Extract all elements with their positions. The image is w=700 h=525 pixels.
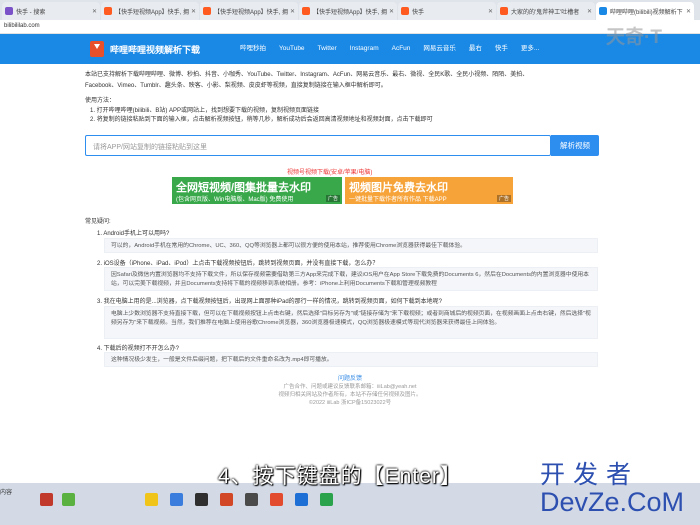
browser-tab[interactable]: 快手 - 搜索 ✕	[2, 2, 100, 20]
nav-item[interactable]: 最右	[469, 34, 482, 64]
watermark-top: 天奇·T	[606, 27, 662, 48]
app-icon[interactable]	[170, 493, 183, 506]
ad-banner-app[interactable]: 视频图片免费去水印 一键批量下载作者所有作品 下载APP 广告	[345, 177, 513, 204]
close-icon[interactable]: ✕	[191, 8, 196, 15]
nav-item[interactable]: YouTube	[279, 34, 305, 64]
faq-answer: 因Safari及微信内置浏览器均不支持下载文件，所以保存视频需要借助第三方App…	[104, 267, 598, 291]
download-logo-icon[interactable]	[90, 41, 104, 57]
ad-title: 视频图片免费去水印	[349, 182, 448, 194]
tab-title: 快手 - 搜索	[16, 9, 46, 16]
faq-question: 4. 下载后的视频打不开怎么办?	[97, 346, 180, 352]
close-icon[interactable]: ✕	[389, 8, 394, 15]
ad-banner-watermark[interactable]: 全网短视频/图集批量去水印 (包含网页版、Win电脑版、Mac版) 免费使用 广…	[172, 177, 342, 204]
browser-tab[interactable]: 大家的的'鬼斧神工'吐槽者 ✕	[497, 2, 595, 20]
site-nav: 哔哩秒拍 YouTube Twitter Instagram AcFun 网易云…	[240, 34, 552, 64]
app-icon[interactable]	[195, 493, 208, 506]
feedback-link[interactable]: 问题反馈	[250, 375, 450, 383]
browser-tab-strip: 快手 - 搜索 ✕ 【快手短视频App】快手, 拥 ✕ 【快手短视频App】快手, …	[0, 0, 700, 20]
nav-item[interactable]: 快手	[495, 34, 508, 64]
parse-video-button[interactable]: 解析视频	[551, 135, 599, 156]
promo-link[interactable]: 视频号视频下载(安卓/苹果/电脑)	[287, 167, 372, 176]
app-icon[interactable]	[245, 493, 258, 506]
tab-title: 【快手短视频App】快手, 拥	[313, 9, 387, 16]
tab-title: 哔哩哔哩(bilibili)视频解析下	[610, 9, 683, 16]
app-icon[interactable]	[220, 493, 233, 506]
address-bar[interactable]: bilibililab.com	[0, 20, 700, 34]
browser-tab-active[interactable]: 哔哩哔哩(bilibili)视频解析下 ✕	[596, 2, 694, 20]
nav-item[interactable]: 哔哩秒拍	[240, 34, 266, 64]
close-icon[interactable]: ✕	[686, 8, 691, 15]
faq-answer: 这种情况极少发生，一般是文件后缀问题，把下载后的文件重命名改为.mp4即可播放。	[104, 352, 598, 367]
tab-title: 大家的的'鬼斧神工'吐槽者	[511, 9, 580, 16]
faq-heading: 常见疑问:	[85, 219, 111, 225]
tab-title: 【快手短视频App】快手, 拥	[115, 9, 189, 16]
nav-item[interactable]: Twitter	[318, 34, 337, 64]
howto-step: 2. 将复制的链接粘贴到下面的输入框，点击解析视频按钮，稍等几秒，解析成功后会返…	[90, 117, 433, 123]
howto-steps: 1. 打开哔哩哔哩(bilibili、B站) APP或网站上，找到想要下载的视频…	[90, 107, 433, 125]
app-icon[interactable]	[295, 493, 308, 506]
tab-favicon-icon	[401, 7, 409, 15]
screenshot-root: 快手 - 搜索 ✕ 【快手短视频App】快手, 拥 ✕ 【快手短视频App】快手, …	[0, 0, 700, 525]
faq-question: 3. 我在电脑上用的是...浏览器，点下载视频按钮后，出现网上面那种iPad的那…	[97, 299, 443, 305]
site-footer: 问题反馈 广告合作、问题或建议反馈联系邮箱：iiiLab@yeah.net 视频…	[250, 375, 450, 407]
close-icon[interactable]: ✕	[92, 8, 97, 15]
app-icon[interactable]	[270, 493, 283, 506]
tab-favicon-icon	[500, 7, 508, 15]
tab-favicon-icon	[203, 7, 211, 15]
ad-tag: 广告	[496, 195, 511, 202]
ad-subtitle: (包含网页版、Win电脑版、Mac版) 免费使用	[176, 197, 294, 203]
tab-favicon-icon	[5, 7, 13, 15]
nav-item[interactable]: AcFun	[392, 34, 411, 64]
app-icon[interactable]	[320, 493, 333, 506]
url-input[interactable]: 请将APP/网站复制的链接粘贴到这里	[85, 135, 551, 156]
faq-answer: 可以的，Android手机在常用的Chrome、UC、360、QQ等浏览器上都可…	[104, 238, 598, 253]
tab-favicon-icon	[599, 7, 607, 15]
watermark-bottom-right: 开发者	[540, 461, 640, 489]
close-icon[interactable]: ✕	[587, 8, 592, 15]
faq-question: 1. Android手机上可以用吗?	[97, 231, 170, 237]
tab-title: 【快手短视频App】快手, 拥	[214, 9, 288, 16]
taskbar-left-text: 内容	[0, 490, 13, 496]
ad-subtitle: 一键批量下载作者所有作品 下载APP	[349, 197, 447, 203]
footer-copyright: ©2022 iiiLab 浙ICP备15023022号	[308, 400, 392, 406]
nav-item[interactable]: Instagram	[350, 34, 379, 64]
faq-answer: 电脑上少数浏览器不支持直接下载，但可以在下载视频按钮上点击右键，然后选择"目标另…	[104, 306, 598, 339]
faq-question: 2. iOS设备（iPhone、iPad、iPod）上点击下载视频按钮后，跳转到…	[97, 261, 379, 267]
site-header: 哔哩哔哩视频解析下载 哔哩秒拍 YouTube Twitter Instagra…	[0, 34, 700, 64]
ad-tag: 广告	[325, 195, 340, 202]
browser-tab[interactable]: 【快手短视频App】快手, 拥 ✕	[299, 2, 397, 20]
browser-tab[interactable]: 【快手短视频App】快手, 拥 ✕	[200, 2, 298, 20]
browser-tab[interactable]: 快手 ✕	[398, 2, 496, 20]
app-icon[interactable]	[62, 493, 75, 506]
tab-favicon-icon	[104, 7, 112, 15]
tab-favicon-icon	[302, 7, 310, 15]
app-icon[interactable]	[145, 493, 158, 506]
nav-item[interactable]: 网易云音乐	[423, 34, 456, 64]
video-subtitle: 4、按下键盘的【Enter】	[218, 465, 462, 488]
app-icon[interactable]	[40, 493, 53, 506]
close-icon[interactable]: ✕	[290, 8, 295, 15]
footer-line: 广告合作、问题或建议反馈联系邮箱：iiiLab@yeah.net	[283, 384, 417, 390]
watermark-bottom-right-domain: DevZe.CoM	[540, 487, 685, 517]
howto-step: 1. 打开哔哩哔哩(bilibili、B站) APP或网站上，找到想要下载的视频…	[90, 108, 320, 114]
footer-line: 视频归相关网站及作者所有，本站不存储任何视频及图片。	[278, 392, 422, 398]
close-icon[interactable]: ✕	[488, 8, 493, 15]
howto-heading: 使用方法：	[85, 98, 116, 104]
nav-item-more[interactable]: 更多...	[521, 34, 539, 64]
intro-text: 本站已支持解析下载哔哩哔哩、微博、秒拍、抖音、小咖秀、YouTube、Twitt…	[85, 72, 529, 89]
tab-title: 快手	[412, 9, 425, 16]
site-brand[interactable]: 哔哩哔哩视频解析下载	[110, 43, 200, 56]
browser-tab[interactable]: 【快手短视频App】快手, 拥 ✕	[101, 2, 199, 20]
ad-title: 全网短视频/图集批量去水印	[176, 182, 312, 194]
